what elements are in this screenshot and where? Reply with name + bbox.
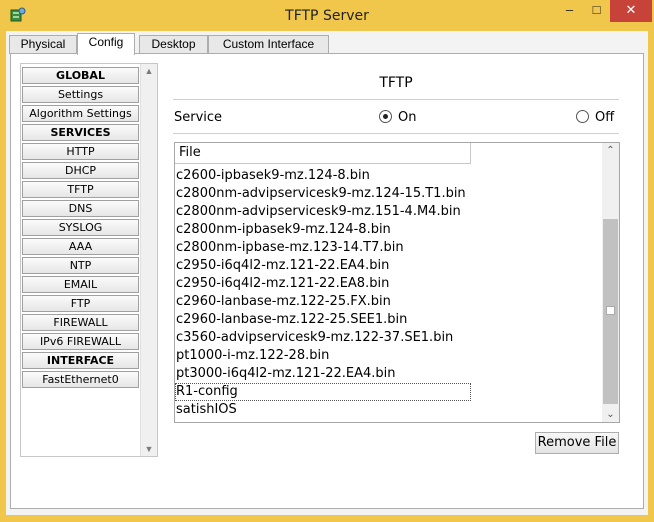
file-row[interactable]: R1-config [175, 383, 471, 401]
file-list-box[interactable]: File c2600-i-mz.122-28.bin c2600-ipbasek… [174, 142, 620, 423]
sidebar-item-fastethernet0[interactable]: FastEthernet0 [22, 371, 139, 388]
chevron-down-icon[interactable]: ⌄ [602, 409, 619, 420]
divider [173, 133, 619, 134]
window-client-area: Physical Config Desktop Custom Interface… [6, 31, 648, 515]
panel-title: TFTP [379, 75, 413, 91]
file-row[interactable]: c2800nm-advipservicesk9-mz.124-15.T1.bin [175, 185, 603, 203]
file-row[interactable]: c2600-ipbasek9-mz.124-8.bin [175, 167, 603, 185]
sidebar-item-ipv6-firewall[interactable]: IPv6 FIREWALL [22, 333, 139, 350]
file-row[interactable]: satishIOS [175, 401, 603, 419]
tab-physical[interactable]: Physical [9, 35, 77, 54]
sidebar-scrollbar[interactable]: ▲ ▼ [140, 64, 157, 456]
chevron-up-icon[interactable]: ▲ [141, 66, 157, 76]
file-row[interactable]: pt1000-i-mz.122-28.bin [175, 347, 603, 365]
sidebar-header-services: SERVICES [22, 124, 139, 141]
chevron-down-icon[interactable]: ▼ [141, 444, 157, 454]
config-tab-panel: GLOBAL Settings Algorithm Settings SERVI… [10, 53, 644, 509]
sidebar-item-ntp[interactable]: NTP [22, 257, 139, 274]
service-label: Service [174, 110, 223, 125]
service-on-radio[interactable] [379, 110, 392, 123]
file-row[interactable]: c3560-advipservicesk9-mz.122-37.SE1.bin [175, 329, 603, 347]
file-row[interactable]: c2800nm-ipbase-mz.123-14.T7.bin [175, 239, 603, 257]
tftp-server-window: TFTP Server – □ ✕ Physical Config Deskto… [0, 0, 654, 522]
scroll-grip-icon [606, 306, 615, 315]
file-row[interactable]: pt3000-i6q4l2-mz.121-22.EA4.bin [175, 365, 603, 383]
tab-config[interactable]: Config [77, 33, 135, 55]
file-row[interactable]: c2800nm-ipbasek9-mz.124-8.bin [175, 221, 603, 239]
file-list: c2600-i-mz.122-28.bin c2600-ipbasek9-mz.… [175, 149, 603, 419]
service-off-radio[interactable] [576, 110, 589, 123]
sidebar-item-algorithm-settings[interactable]: Algorithm Settings [22, 105, 139, 122]
tab-custom-interface[interactable]: Custom Interface [208, 35, 329, 54]
file-list-scrollbar[interactable]: ⌃ ⌄ [602, 143, 619, 422]
tab-strip: Physical Config Desktop Custom Interface [6, 33, 648, 55]
file-row[interactable]: c2800nm-advipservicesk9-mz.151-4.M4.bin [175, 203, 603, 221]
sidebar-item-settings[interactable]: Settings [22, 86, 139, 103]
sidebar-item-tftp[interactable]: TFTP [22, 181, 139, 198]
remove-file-button[interactable]: Remove File [535, 432, 619, 454]
service-on-label[interactable]: On [398, 110, 416, 125]
sidebar-item-ftp[interactable]: FTP [22, 295, 139, 312]
file-column-header[interactable]: File [175, 143, 471, 164]
config-sidebar: GLOBAL Settings Algorithm Settings SERVI… [20, 63, 158, 457]
sidebar-item-aaa[interactable]: AAA [22, 238, 139, 255]
sidebar-item-email[interactable]: EMAIL [22, 276, 139, 293]
service-off-label[interactable]: Off [595, 110, 614, 125]
sidebar-item-dns[interactable]: DNS [22, 200, 139, 217]
sidebar-header-interface: INTERFACE [22, 352, 139, 369]
tab-desktop[interactable]: Desktop [139, 35, 208, 54]
scrollbar-thumb[interactable] [603, 219, 618, 404]
sidebar-item-dhcp[interactable]: DHCP [22, 162, 139, 179]
title-bar[interactable]: TFTP Server – □ ✕ [0, 0, 654, 31]
close-button[interactable]: ✕ [610, 0, 652, 22]
maximize-button[interactable]: □ [583, 0, 610, 22]
sidebar-header-global: GLOBAL [22, 67, 139, 84]
file-row[interactable]: c2960-lanbase-mz.122-25.SEE1.bin [175, 311, 603, 329]
divider [173, 99, 619, 100]
file-row[interactable]: c2950-i6q4l2-mz.121-22.EA8.bin [175, 275, 603, 293]
chevron-up-icon[interactable]: ⌃ [602, 145, 619, 156]
file-row[interactable]: c2950-i6q4l2-mz.121-22.EA4.bin [175, 257, 603, 275]
file-row[interactable]: c2960-lanbase-mz.122-25.FX.bin [175, 293, 603, 311]
sidebar-item-syslog[interactable]: SYSLOG [22, 219, 139, 236]
sidebar-item-http[interactable]: HTTP [22, 143, 139, 160]
minimize-button[interactable]: – [556, 0, 583, 22]
sidebar-item-firewall[interactable]: FIREWALL [22, 314, 139, 331]
